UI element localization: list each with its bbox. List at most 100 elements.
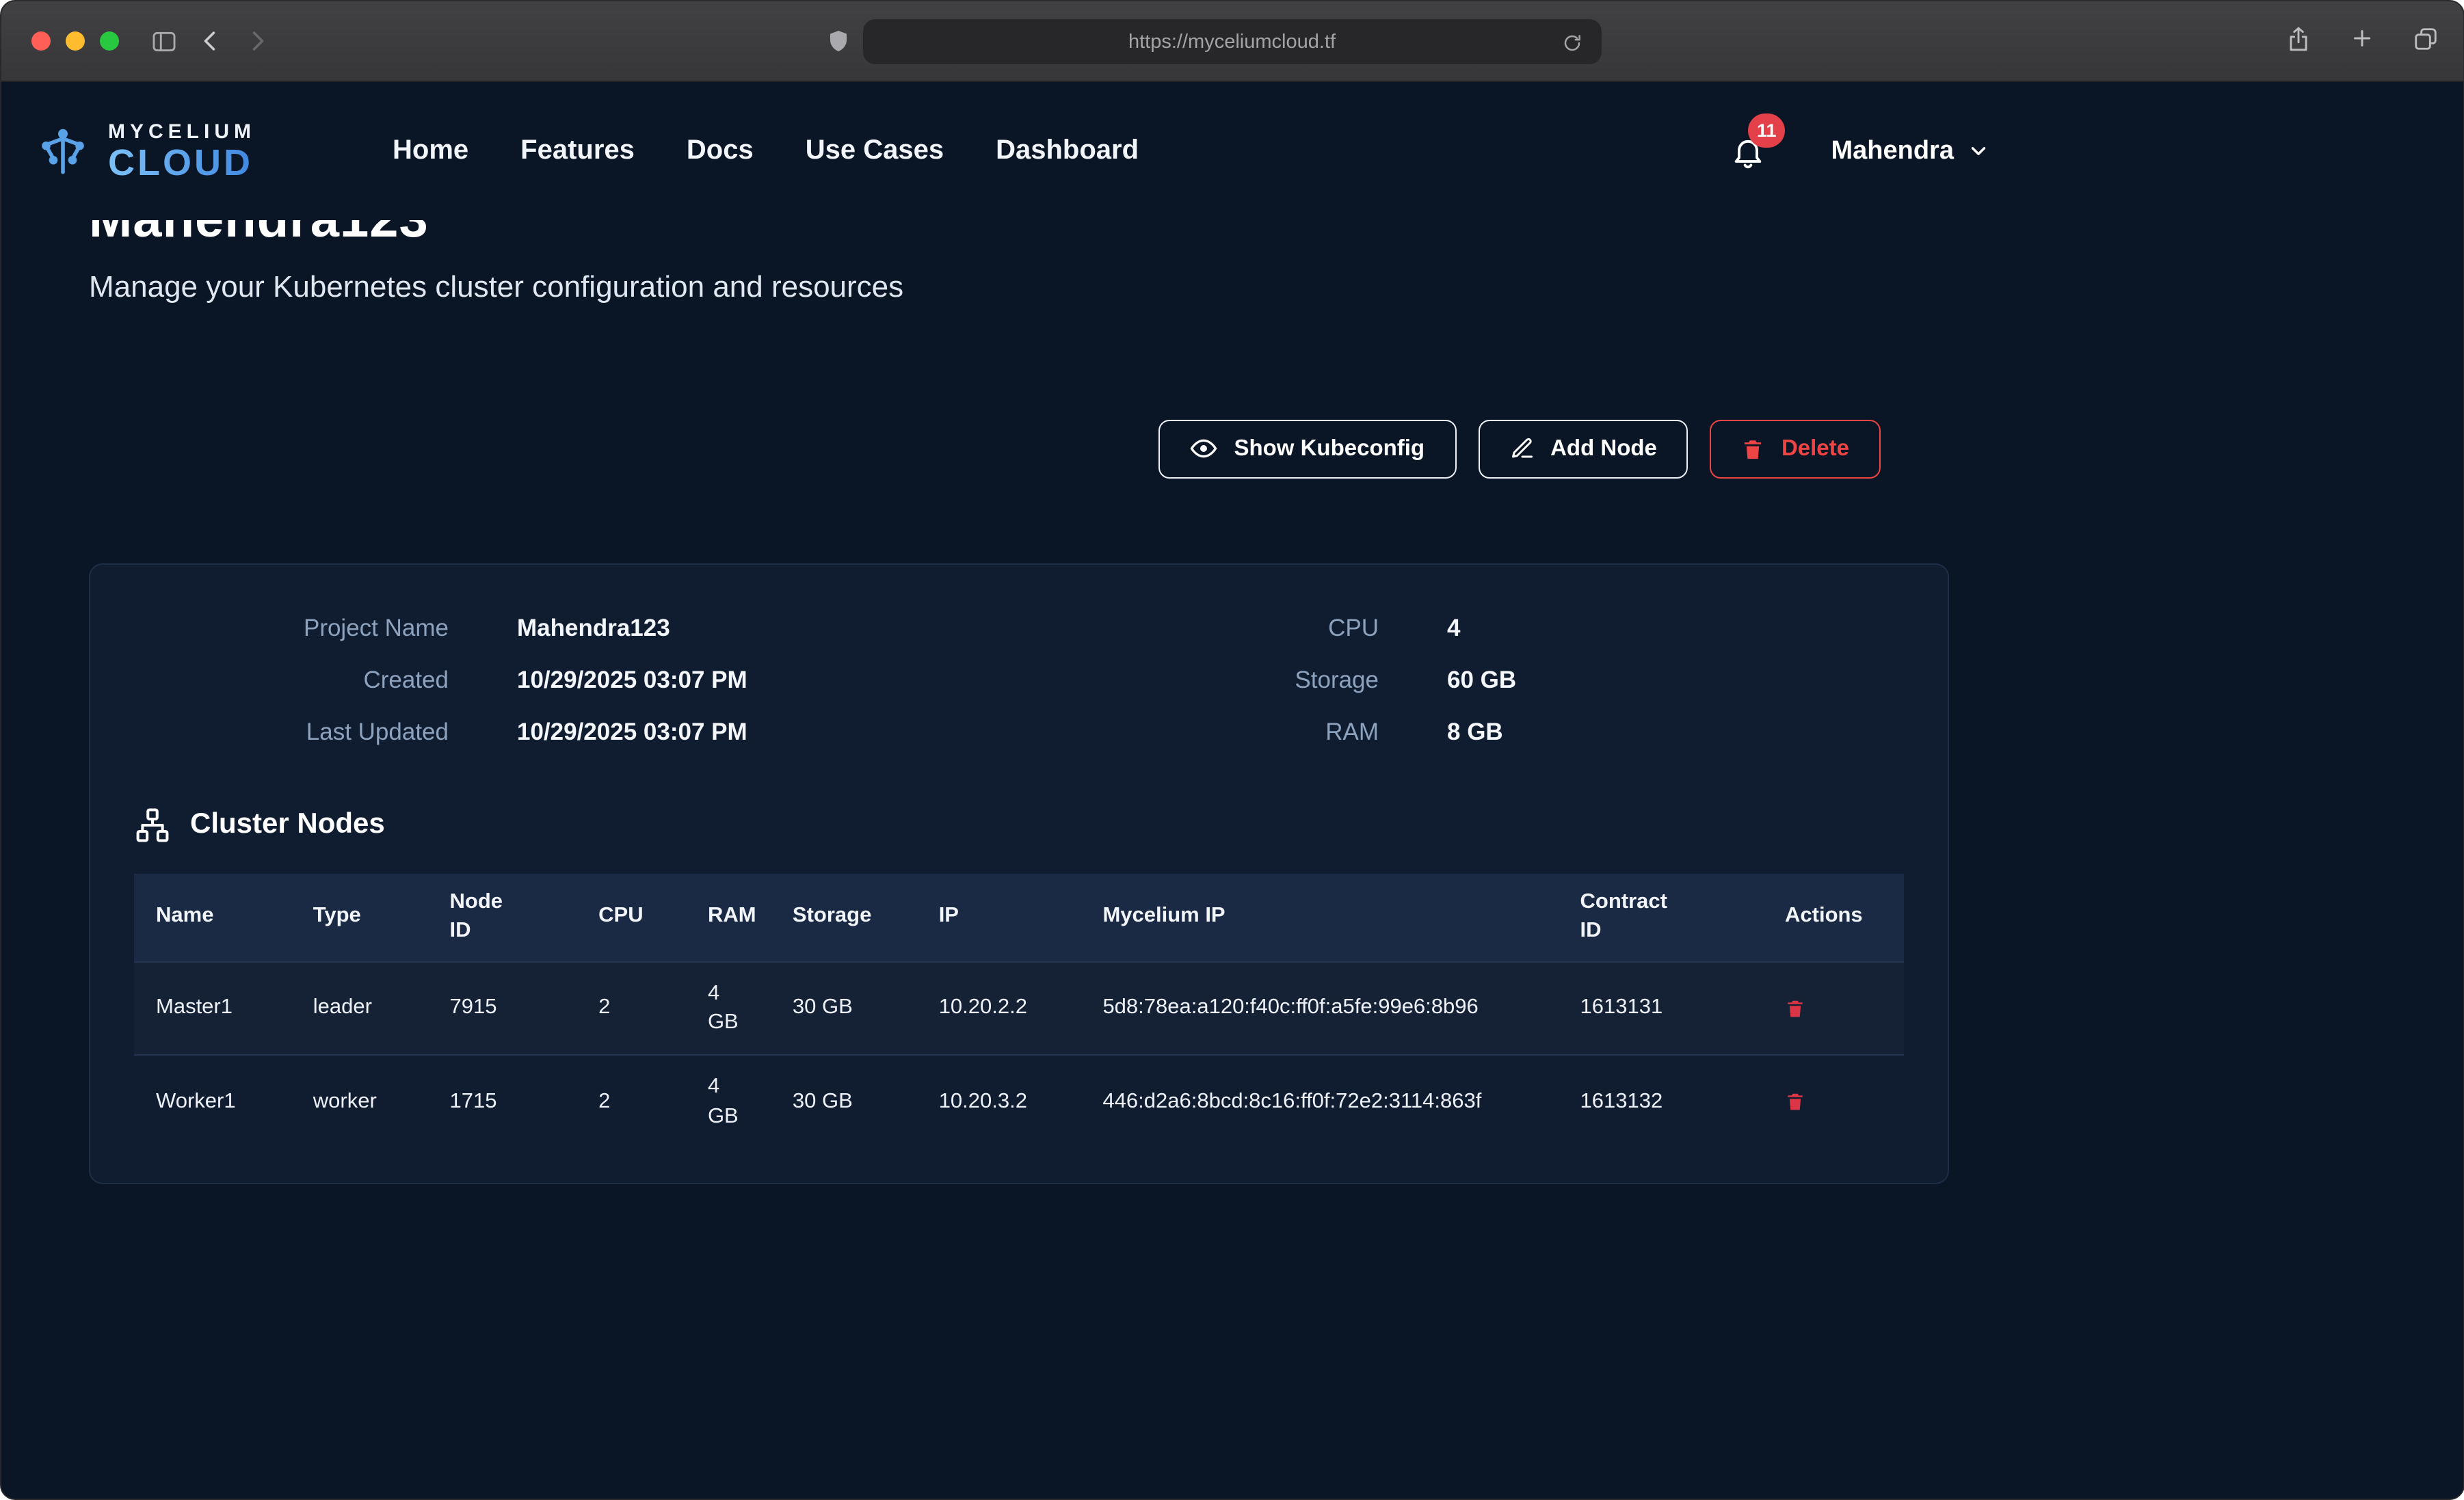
cell-cpu: 2 xyxy=(577,961,686,1055)
cluster-details-card: Project Name Mahendra123 CPU 4 Created 1… xyxy=(89,563,1949,1184)
col-cpu: CPU xyxy=(577,873,686,961)
brand-logo-icon xyxy=(34,122,92,180)
detail-label: Project Name xyxy=(134,613,449,642)
delete-node-button[interactable] xyxy=(1785,1090,1805,1113)
delete-cluster-button[interactable]: Delete xyxy=(1710,419,1881,478)
cell-name: Master1 xyxy=(134,961,291,1055)
eye-icon xyxy=(1190,435,1217,462)
user-name: Mahendra xyxy=(1831,136,1955,166)
notifications-button[interactable]: 11 xyxy=(1730,133,1766,169)
cluster-action-toolbar: Show Kubeconfig Add Node Delete xyxy=(89,419,1949,478)
privacy-shield-icon[interactable] xyxy=(815,21,862,62)
col-ip: IP xyxy=(917,873,1081,961)
cell-mycelium-ip: 5d8:78ea:a120:f40c:ff0f:a5fe:99e6:8b96 xyxy=(1081,961,1558,1055)
delete-label: Delete xyxy=(1781,436,1849,461)
cell-type: leader xyxy=(291,961,428,1055)
scale-wrapper: https://myceliumcloud.tf xyxy=(0,0,2464,1500)
nav-item-features[interactable]: Features xyxy=(520,135,635,167)
browser-chrome: https://myceliumcloud.tf xyxy=(1,1,2463,82)
col-name: Name xyxy=(134,873,291,961)
nav-item-home[interactable]: Home xyxy=(393,135,468,167)
pencil-icon xyxy=(1509,436,1534,461)
sidebar-toggle-icon[interactable] xyxy=(141,21,187,62)
col-mycelium-ip: Mycelium IP xyxy=(1081,873,1558,961)
show-kubeconfig-button[interactable]: Show Kubeconfig xyxy=(1158,419,1456,478)
cell-mycelium-ip: 446:d2a6:8bcd:8c16:ff0f:72e2:3114:863f xyxy=(1081,1055,1558,1148)
cell-name: Worker1 xyxy=(134,1055,291,1148)
cell-ram: 4 GB xyxy=(686,961,771,1055)
detail-label: CPU xyxy=(1187,613,1379,642)
cluster-details: Project Name Mahendra123 CPU 4 Created 1… xyxy=(134,605,1904,746)
show-kubeconfig-label: Show Kubeconfig xyxy=(1234,436,1425,461)
chevron-down-icon xyxy=(1966,139,1989,163)
col-type: Type xyxy=(291,873,428,961)
brand-text: MYCELIUM CLOUD xyxy=(108,121,256,181)
delete-node-button[interactable] xyxy=(1785,996,1805,1019)
cluster-nodes-heading: Cluster Nodes xyxy=(134,806,1904,843)
table-header-row: Name Type Node ID CPU RAM Storage IP Myc… xyxy=(134,873,1904,961)
brand[interactable]: MYCELIUM CLOUD xyxy=(34,121,256,181)
col-contract-id: Contract ID xyxy=(1559,873,1764,961)
cell-contract-id: 1613132 xyxy=(1559,1055,1764,1148)
notification-badge: 11 xyxy=(1749,113,1785,147)
trash-icon xyxy=(1742,436,1765,461)
created-value: 10/29/2025 03:07 PM xyxy=(517,665,1119,694)
table-row: Worker1 worker 1715 2 4 GB 30 GB 10.20.3… xyxy=(134,1055,1904,1148)
nav-item-docs[interactable]: Docs xyxy=(687,135,754,167)
cell-actions xyxy=(1763,1055,1904,1148)
add-node-button[interactable]: Add Node xyxy=(1478,419,1688,478)
brand-name-top: MYCELIUM xyxy=(108,121,256,142)
minimize-window-button[interactable] xyxy=(66,31,85,51)
brand-name-bottom: CLOUD xyxy=(108,144,256,181)
cell-storage: 30 GB xyxy=(771,1055,917,1148)
detail-label: RAM xyxy=(1187,717,1379,746)
table-row: Master1 leader 7915 2 4 GB 30 GB 10.20.2… xyxy=(134,961,1904,1055)
browser-window: https://myceliumcloud.tf xyxy=(0,0,2464,1500)
col-storage: Storage xyxy=(771,873,917,961)
cell-ram: 4 GB xyxy=(686,1055,771,1148)
col-ram: RAM xyxy=(686,873,771,961)
main-content: Mahendra123 Manage your Kubernetes clust… xyxy=(1,220,2037,1185)
trash-icon xyxy=(1785,996,1805,1019)
traffic-lights xyxy=(31,31,119,51)
detail-label: Created xyxy=(134,665,449,694)
new-tab-icon[interactable] xyxy=(2349,26,2374,57)
cpu-value: 4 xyxy=(1447,613,1904,642)
tab-overview-icon[interactable] xyxy=(2412,25,2438,58)
trash-icon xyxy=(1785,1090,1805,1113)
cell-cpu: 2 xyxy=(577,1055,686,1148)
detail-label: Last Updated xyxy=(134,717,449,746)
nodes-table: Name Type Node ID CPU RAM Storage IP Myc… xyxy=(134,873,1904,1147)
nav-right: 11 Mahendra xyxy=(1730,133,1990,169)
site-navbar: MYCELIUM CLOUD Home Features Docs Use Ca… xyxy=(1,82,2463,220)
forward-icon[interactable] xyxy=(234,21,280,62)
col-actions: Actions xyxy=(1763,873,1904,961)
ram-value: 8 GB xyxy=(1447,717,1904,746)
nav-item-use-cases[interactable]: Use Cases xyxy=(806,135,944,167)
cell-node-id: 1715 xyxy=(428,1055,577,1148)
cell-contract-id: 1613131 xyxy=(1559,961,1764,1055)
nav-item-dashboard[interactable]: Dashboard xyxy=(996,135,1139,167)
project-name-value: Mahendra123 xyxy=(517,613,1119,642)
url-text: https://myceliumcloud.tf xyxy=(1128,31,1336,53)
share-icon[interactable] xyxy=(2285,24,2311,59)
reload-icon[interactable] xyxy=(1555,25,1591,60)
close-window-button[interactable] xyxy=(31,31,51,51)
cluster-nodes-icon xyxy=(134,806,171,843)
cluster-nodes-title: Cluster Nodes xyxy=(190,808,385,841)
page-subtitle: Manage your Kubernetes cluster configura… xyxy=(89,269,2037,304)
back-icon[interactable] xyxy=(187,21,234,62)
cell-ip: 10.20.3.2 xyxy=(917,1055,1081,1148)
cell-ip: 10.20.2.2 xyxy=(917,961,1081,1055)
col-node-id: Node ID xyxy=(428,873,577,961)
last-updated-value: 10/29/2025 03:07 PM xyxy=(517,717,1119,746)
user-menu[interactable]: Mahendra xyxy=(1831,136,1990,166)
cell-storage: 30 GB xyxy=(771,961,917,1055)
storage-value: 60 GB xyxy=(1447,665,1904,694)
nav-links: Home Features Docs Use Cases Dashboard xyxy=(393,135,1139,167)
webpage: MYCELIUM CLOUD Home Features Docs Use Ca… xyxy=(1,82,2463,1499)
address-bar[interactable]: https://myceliumcloud.tf xyxy=(863,19,1602,64)
chrome-right-actions xyxy=(2285,1,2438,82)
add-node-label: Add Node xyxy=(1550,436,1657,461)
zoom-window-button[interactable] xyxy=(100,31,119,51)
